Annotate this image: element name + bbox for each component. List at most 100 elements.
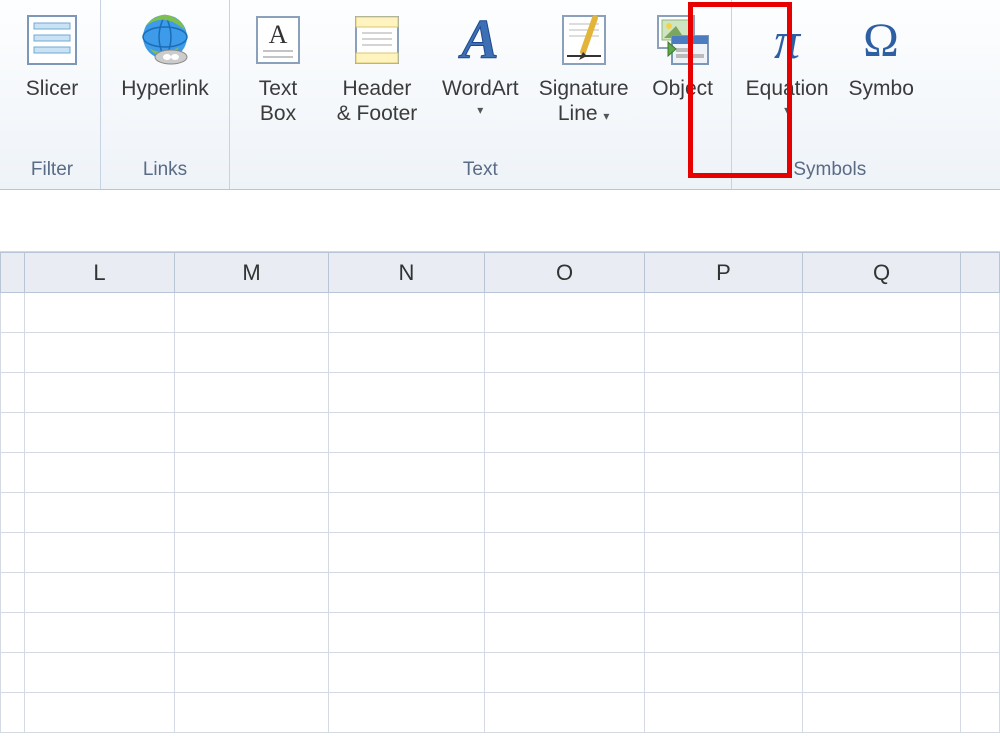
cell[interactable]: [645, 373, 803, 413]
cell[interactable]: [175, 453, 329, 493]
row-header[interactable]: [1, 573, 25, 613]
cell[interactable]: [645, 493, 803, 533]
cell[interactable]: [645, 413, 803, 453]
cell[interactable]: [961, 373, 1000, 413]
cell[interactable]: [329, 373, 485, 413]
select-all-corner[interactable]: [1, 253, 25, 293]
cell[interactable]: [175, 373, 329, 413]
cell[interactable]: [803, 533, 961, 573]
row-header[interactable]: [1, 373, 25, 413]
header-footer-button[interactable]: Header & Footer: [322, 6, 432, 126]
cell[interactable]: [329, 453, 485, 493]
column-header[interactable]: L: [25, 253, 175, 293]
cell[interactable]: [25, 293, 175, 333]
cell[interactable]: [25, 533, 175, 573]
cell[interactable]: [645, 693, 803, 733]
cell[interactable]: [485, 653, 645, 693]
cell[interactable]: [175, 333, 329, 373]
cell[interactable]: [485, 573, 645, 613]
cell[interactable]: [485, 333, 645, 373]
column-header[interactable]: M: [175, 253, 329, 293]
cell[interactable]: [645, 653, 803, 693]
cell[interactable]: [961, 533, 1000, 573]
cell[interactable]: [175, 413, 329, 453]
cell[interactable]: [329, 293, 485, 333]
cell[interactable]: [485, 533, 645, 573]
column-header[interactable]: P: [645, 253, 803, 293]
cell[interactable]: [485, 293, 645, 333]
cell[interactable]: [645, 613, 803, 653]
column-header[interactable]: Q: [803, 253, 961, 293]
spreadsheet-grid[interactable]: L M N O P Q: [0, 252, 1000, 733]
row-header[interactable]: [1, 293, 25, 333]
cell[interactable]: [803, 333, 961, 373]
cell[interactable]: [25, 653, 175, 693]
column-header[interactable]: O: [485, 253, 645, 293]
equation-button[interactable]: π Equation ▾: [736, 6, 839, 117]
signature-line-button[interactable]: Signature Line ▾: [529, 6, 639, 126]
row-header[interactable]: [1, 413, 25, 453]
object-button[interactable]: Object: [639, 6, 727, 101]
cell[interactable]: [25, 573, 175, 613]
cell[interactable]: [329, 533, 485, 573]
cell[interactable]: [25, 373, 175, 413]
cell[interactable]: [645, 533, 803, 573]
cell[interactable]: [961, 413, 1000, 453]
cell[interactable]: [803, 453, 961, 493]
cell[interactable]: [485, 613, 645, 653]
cell[interactable]: [25, 333, 175, 373]
cell[interactable]: [961, 653, 1000, 693]
cell[interactable]: [803, 653, 961, 693]
wordart-button[interactable]: A WordArt ▾: [432, 6, 529, 117]
cell[interactable]: [25, 493, 175, 533]
symbol-button[interactable]: Ω Symbo: [839, 6, 924, 101]
cell[interactable]: [329, 493, 485, 533]
hyperlink-button[interactable]: Hyperlink: [105, 6, 225, 101]
cell[interactable]: [645, 293, 803, 333]
row-header[interactable]: [1, 613, 25, 653]
row-header[interactable]: [1, 493, 25, 533]
cell[interactable]: [175, 653, 329, 693]
cell[interactable]: [803, 293, 961, 333]
cell[interactable]: [329, 413, 485, 453]
cell[interactable]: [645, 573, 803, 613]
cell[interactable]: [485, 453, 645, 493]
cell[interactable]: [25, 413, 175, 453]
cell[interactable]: [485, 693, 645, 733]
cell[interactable]: [961, 453, 1000, 493]
cell[interactable]: [961, 573, 1000, 613]
row-header[interactable]: [1, 533, 25, 573]
cell[interactable]: [485, 493, 645, 533]
cell[interactable]: [961, 493, 1000, 533]
cell[interactable]: [175, 293, 329, 333]
cell[interactable]: [803, 493, 961, 533]
cell[interactable]: [175, 533, 329, 573]
textbox-button[interactable]: A Text Box: [234, 6, 322, 126]
cell[interactable]: [961, 293, 1000, 333]
cell[interactable]: [175, 493, 329, 533]
cell[interactable]: [961, 693, 1000, 733]
row-header[interactable]: [1, 333, 25, 373]
row-header[interactable]: [1, 653, 25, 693]
cell[interactable]: [175, 613, 329, 653]
cell[interactable]: [329, 333, 485, 373]
cell[interactable]: [329, 613, 485, 653]
cell[interactable]: [175, 693, 329, 733]
cell[interactable]: [329, 573, 485, 613]
cell[interactable]: [803, 693, 961, 733]
cell[interactable]: [329, 693, 485, 733]
row-header[interactable]: [1, 693, 25, 733]
cell[interactable]: [25, 693, 175, 733]
cell[interactable]: [803, 373, 961, 413]
cell[interactable]: [485, 373, 645, 413]
cell[interactable]: [645, 453, 803, 493]
cell[interactable]: [25, 453, 175, 493]
cell[interactable]: [803, 413, 961, 453]
slicer-button[interactable]: Slicer: [8, 6, 96, 101]
row-header[interactable]: [1, 453, 25, 493]
column-header[interactable]: [961, 253, 1000, 293]
cell[interactable]: [175, 573, 329, 613]
cell[interactable]: [25, 613, 175, 653]
cell[interactable]: [961, 613, 1000, 653]
cell[interactable]: [485, 413, 645, 453]
